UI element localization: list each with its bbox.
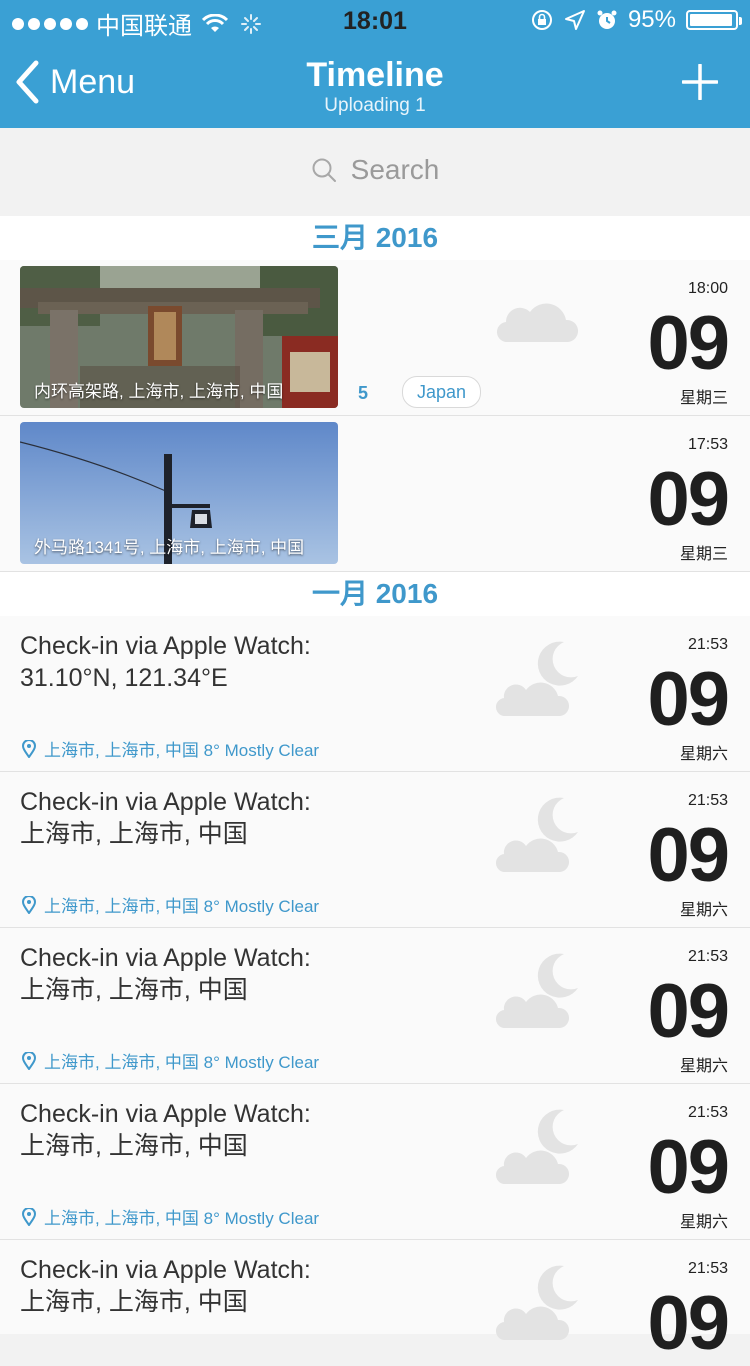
checkin-location[interactable]: 上海市, 上海市, 中国 8° Mostly Clear <box>22 892 319 917</box>
checkin-title: Check-in via Apple Watch: <box>20 1100 311 1128</box>
battery-percent: 95% <box>627 6 676 33</box>
entry-weekday: 星期六 <box>679 902 728 919</box>
entry-weekday: 星期三 <box>679 390 728 407</box>
entry-weekday: 星期六 <box>679 746 728 763</box>
status-right: 95% <box>530 6 742 34</box>
timeline-entry-photo[interactable]: 内环高架路, 上海市, 上海市, 中国 5 Japan 18:00 09 星期三 <box>0 260 750 416</box>
entry-day: 09 <box>647 813 730 898</box>
entry-photo-thumbnail[interactable]: 内环高架路, 上海市, 上海市, 中国 <box>20 266 338 408</box>
entry-day: 09 <box>647 1281 730 1366</box>
search-placeholder: Search <box>350 154 440 185</box>
section-header-january-2016: 一月 2016 <box>0 572 750 617</box>
moon-cloud-icon <box>496 797 578 873</box>
entry-day: 09 <box>647 657 730 742</box>
checkin-location-text: 上海市, 上海市, 中国 8° Mostly Clear <box>44 741 320 760</box>
moon-cloud-icon <box>496 953 578 1029</box>
moon-cloud-icon <box>496 641 578 717</box>
cloud-icon <box>496 303 579 343</box>
checkin-subtitle: 上海市, 上海市, 中国 <box>20 820 248 848</box>
checkin-location[interactable]: 上海市, 上海市, 中国 8° Mostly Clear <box>22 736 319 761</box>
moon-cloud-icon <box>496 1109 578 1185</box>
battery-icon <box>686 10 742 30</box>
entry-day: 09 <box>647 301 730 386</box>
rotation-lock-icon <box>531 10 552 30</box>
entry-time: 21:53 <box>687 1104 728 1121</box>
search-field[interactable]: Search <box>0 154 750 186</box>
checkin-location[interactable]: 上海市, 上海市, 中国 8° Mostly Clear <box>22 1048 319 1073</box>
moon-cloud-icon <box>496 1265 578 1341</box>
entry-time: 17:53 <box>687 436 728 453</box>
navigation-bar: 中国联通 18:01 95% Menu Timeline Uploading 1 <box>0 0 750 128</box>
entry-weekday: 星期六 <box>679 1058 728 1075</box>
entry-time: 21:53 <box>687 1260 728 1277</box>
checkin-location-text: 上海市, 上海市, 中国 8° Mostly Clear <box>44 1209 320 1228</box>
page-title: Timeline <box>306 56 444 94</box>
checkin-location[interactable]: 上海市, 上海市, 中国 8° Mostly Clear <box>22 1204 319 1229</box>
timeline-entry-checkin[interactable]: Check-in via Apple Watch: 上海市, 上海市, 中国 2… <box>0 1240 750 1362</box>
entry-photo-thumbnail[interactable]: 外马路1341号, 上海市, 上海市, 中国 <box>20 422 338 564</box>
timeline-entry-photo[interactable]: 外马路1341号, 上海市, 上海市, 中国 17:53 09 星期三 <box>0 416 750 572</box>
photo-location-caption: 内环高架路, 上海市, 上海市, 中国 <box>34 382 284 401</box>
entry-time: 18:00 <box>687 280 728 297</box>
alarm-icon <box>597 10 617 29</box>
checkin-location-text: 上海市, 上海市, 中国 8° Mostly Clear <box>44 1053 320 1072</box>
location-pin-icon <box>22 1051 36 1070</box>
timeline-entry-checkin[interactable]: Check-in via Apple Watch: 上海市, 上海市, 中国 上… <box>0 928 750 1084</box>
tag-chip[interactable]: Japan <box>402 376 482 408</box>
checkin-subtitle: 上海市, 上海市, 中国 <box>20 976 248 1004</box>
entry-weekday: 星期六 <box>679 1214 728 1231</box>
section-header-march-2016: 三月 2016 <box>0 216 750 261</box>
checkin-title: Check-in via Apple Watch: <box>20 632 311 660</box>
timeline-entry-checkin[interactable]: Check-in via Apple Watch: 31.10°N, 121.3… <box>0 616 750 772</box>
checkin-title: Check-in via Apple Watch: <box>20 944 311 972</box>
status-bar: 中国联通 18:01 95% <box>0 0 750 40</box>
timeline-entry-checkin[interactable]: Check-in via Apple Watch: 上海市, 上海市, 中国 上… <box>0 772 750 928</box>
entry-weekday: 星期三 <box>679 546 728 563</box>
checkin-subtitle: 上海市, 上海市, 中国 <box>20 1132 248 1160</box>
search-icon <box>312 158 336 182</box>
location-pin-icon <box>22 895 36 914</box>
upload-status: Uploading 1 <box>324 95 426 116</box>
entry-day: 09 <box>647 1125 730 1210</box>
location-arrow-icon <box>564 10 585 30</box>
timeline-entry-checkin[interactable]: Check-in via Apple Watch: 上海市, 上海市, 中国 上… <box>0 1084 750 1240</box>
checkin-subtitle: 上海市, 上海市, 中国 <box>20 1288 248 1316</box>
search-bar[interactable]: Search <box>0 128 750 216</box>
checkin-subtitle: 31.10°N, 121.34°E <box>20 664 228 692</box>
location-pin-icon <box>22 739 36 758</box>
photo-count: 5 <box>358 383 369 403</box>
checkin-location-text: 上海市, 上海市, 中国 8° Mostly Clear <box>44 897 320 916</box>
checkin-title: Check-in via Apple Watch: <box>20 788 311 816</box>
checkin-title: Check-in via Apple Watch: <box>20 1256 311 1284</box>
entry-day: 09 <box>647 969 730 1054</box>
battery-level <box>690 14 732 26</box>
entry-day: 09 <box>647 457 730 542</box>
add-icon[interactable] <box>682 64 718 100</box>
photo-location-caption: 外马路1341号, 上海市, 上海市, 中国 <box>34 538 305 557</box>
location-pin-icon <box>22 1207 36 1226</box>
entry-time: 21:53 <box>687 948 728 965</box>
entry-time: 21:53 <box>687 636 728 653</box>
entry-time: 21:53 <box>687 792 728 809</box>
